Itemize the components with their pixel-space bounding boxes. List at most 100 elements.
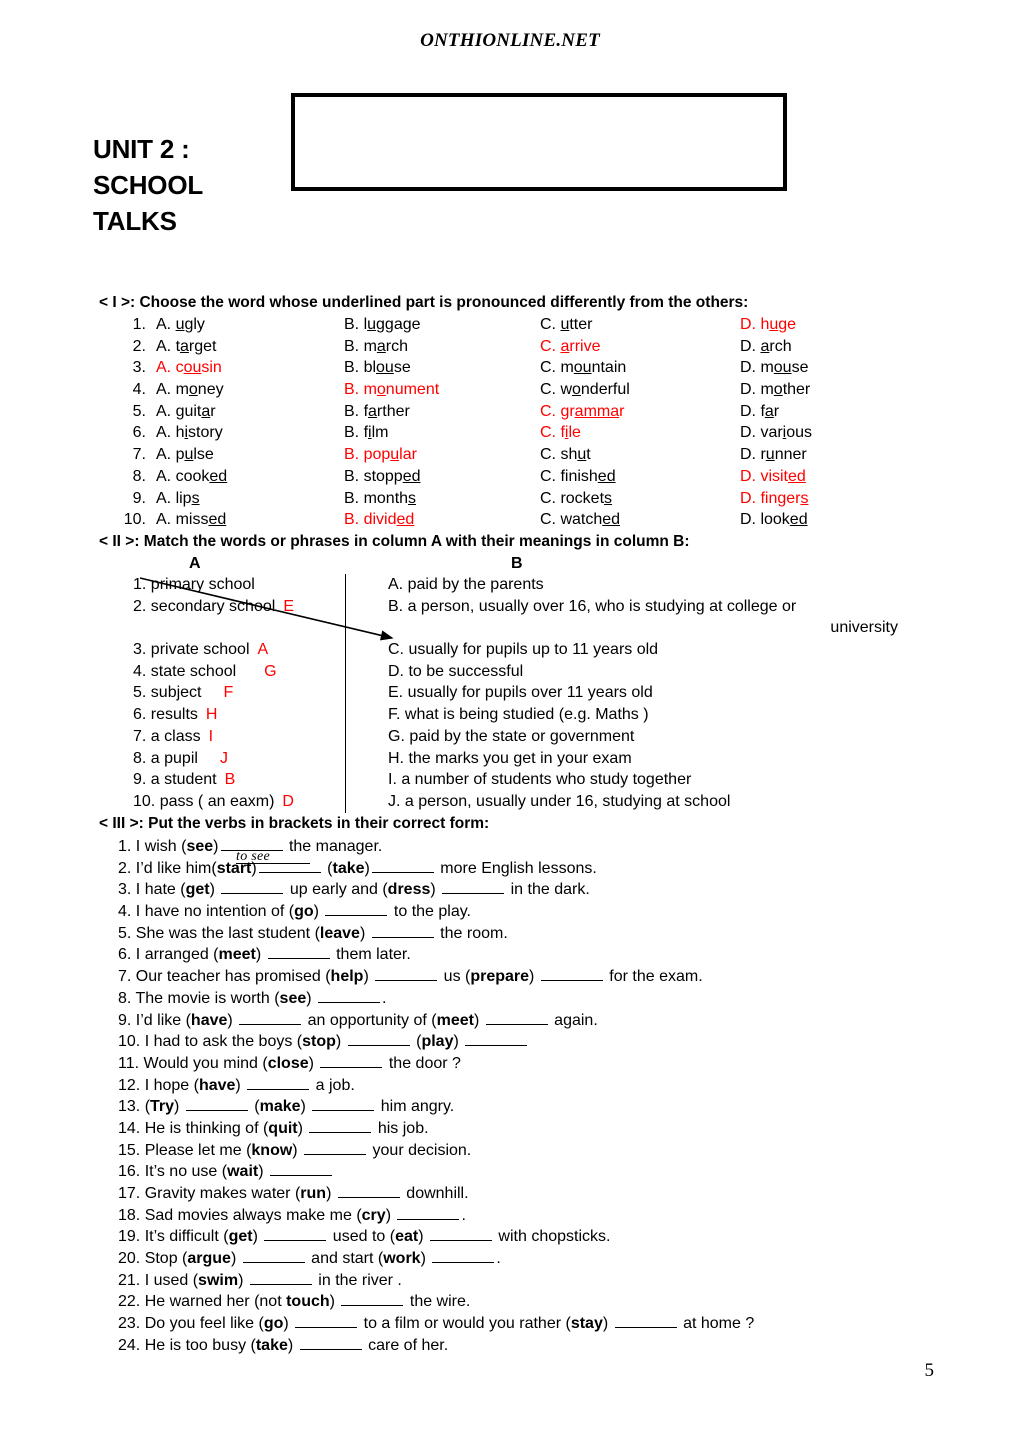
match-item-b[interactable]: E. usually for pupils over 11 years old	[388, 682, 898, 704]
answer-blank[interactable]	[239, 1009, 302, 1025]
part1-option-b[interactable]: B. blouse	[344, 357, 411, 379]
match-item-b[interactable]: G. paid by the state or government	[388, 726, 898, 748]
answer-blank[interactable]	[341, 1290, 404, 1307]
answer-blank[interactable]	[309, 1117, 372, 1133]
answer-blank[interactable]	[264, 1225, 327, 1242]
verb-prompt: prepare	[470, 968, 530, 986]
part1-option-d[interactable]: D. fingers	[740, 488, 808, 510]
answer-blank[interactable]	[267, 943, 330, 960]
match-item-b[interactable]: I. a number of students who study togeth…	[388, 769, 898, 791]
answer-blank[interactable]	[337, 1182, 400, 1198]
part1-option-a[interactable]: A. history	[156, 422, 223, 444]
answer-blank[interactable]	[347, 1030, 410, 1047]
part1-option-c[interactable]: C. shut	[540, 444, 591, 466]
match-item-a[interactable]: 3. private school A	[133, 639, 338, 661]
sentence-text: The movie is worth (	[135, 989, 280, 1007]
match-item-b[interactable]: J. a person, usually under 16, studying …	[388, 791, 898, 813]
part1-option-a[interactable]: A. lips	[156, 488, 200, 510]
match-item-a[interactable]: 1. primary school	[133, 574, 338, 596]
match-item-a[interactable]: 2. secondary school E	[133, 596, 338, 618]
answer-blank[interactable]	[429, 1225, 492, 1242]
part1-option-d[interactable]: D. various	[740, 422, 812, 444]
underlined-part: a	[368, 402, 377, 420]
sentence-text: downhill.	[401, 1185, 469, 1202]
match-item-a[interactable]: 4. state school G	[133, 661, 338, 683]
match-item-a[interactable]: 6. results H	[133, 704, 338, 726]
answer-blank[interactable]	[485, 1009, 548, 1025]
answer-blank[interactable]	[375, 965, 438, 982]
part1-option-b[interactable]: B. divided	[344, 509, 414, 531]
part1-option-c[interactable]: C. mountain	[540, 357, 626, 379]
part1-option-b[interactable]: B. farther	[344, 401, 410, 423]
answer-blank[interactable]	[397, 1204, 460, 1220]
part1-option-b[interactable]: B. stopped	[344, 466, 421, 488]
answer-blank[interactable]	[320, 1052, 383, 1068]
part1-option-d[interactable]: D. far	[740, 401, 779, 423]
part1-option-a[interactable]: A. guitar	[156, 401, 216, 423]
part1-option-a[interactable]: A. cooked	[156, 466, 227, 488]
part1-option-a[interactable]: A. cousin	[156, 357, 222, 379]
part3-row-number: 24.	[118, 1336, 145, 1354]
part1-option-b[interactable]: B. film	[344, 422, 388, 444]
part1-option-d[interactable]: D. huge	[740, 314, 796, 336]
match-item-b-label: J. a person, usually under 16, studying …	[388, 792, 731, 810]
match-item-b[interactable]: D. to be successful	[388, 661, 898, 683]
answer-blank[interactable]	[371, 857, 434, 873]
match-item-b[interactable]: F. what is being studied (e.g. Maths )	[388, 704, 898, 726]
answer-blank[interactable]	[247, 1074, 310, 1090]
match-item-b[interactable]: C. usually for pupils up to 11 years old	[388, 639, 898, 661]
part1-option-c[interactable]: C. rockets	[540, 488, 612, 510]
part1-option-b[interactable]: B. popular	[344, 444, 417, 466]
answer-blank[interactable]	[304, 1139, 367, 1155]
answer-blank[interactable]	[442, 878, 505, 895]
answer-blank[interactable]	[318, 987, 381, 1003]
part1-option-d[interactable]: D. arch	[740, 336, 792, 358]
part1-option-d[interactable]: D. visited	[740, 466, 806, 488]
answer-blank[interactable]	[270, 1160, 333, 1177]
match-item-b[interactable]: B. a person, usually over 16, who is stu…	[388, 596, 898, 639]
part1-option-c[interactable]: C. watched	[540, 509, 620, 531]
part3-row: 11. Would you mind (close) the door ?	[118, 1052, 948, 1074]
answer-blank[interactable]	[295, 1312, 358, 1329]
part1-option-b[interactable]: B. luggage	[344, 314, 421, 336]
sentence-text: the room.	[435, 924, 508, 942]
part1-option-a[interactable]: A. money	[156, 379, 224, 401]
part1-option-a[interactable]: A. target	[156, 336, 217, 358]
answer-blank[interactable]	[325, 900, 388, 917]
match-item-a[interactable]: 9. a student B	[133, 769, 338, 791]
part1-option-c[interactable]: C. finished	[540, 466, 616, 488]
answer-blank[interactable]	[249, 1269, 312, 1285]
part1-option-c[interactable]: C. wonderful	[540, 379, 630, 401]
part1-option-d[interactable]: D. looked	[740, 509, 808, 531]
answer-blank[interactable]	[614, 1312, 677, 1329]
part1-option-a[interactable]: A. missed	[156, 509, 226, 531]
part1-option-c[interactable]: C. grammar	[540, 401, 624, 423]
match-item-a[interactable]: 7. a class I	[133, 726, 338, 748]
answer-blank[interactable]	[312, 1095, 375, 1112]
part1-option-c[interactable]: C. utter	[540, 314, 592, 336]
part1-option-a[interactable]: A. pulse	[156, 444, 214, 466]
part1-option-d[interactable]: D. runner	[740, 444, 807, 466]
part1-option-a[interactable]: A. ugly	[156, 314, 205, 336]
part1-option-c[interactable]: C. arrive	[540, 336, 600, 358]
answer-blank[interactable]	[242, 1247, 305, 1264]
match-item-a[interactable]: 10. pass ( an eaxm) D	[133, 791, 338, 813]
answer-blank[interactable]	[371, 922, 434, 938]
match-item-b[interactable]: H. the marks you get in your exam	[388, 748, 898, 770]
answer-blank[interactable]	[221, 878, 284, 895]
part1-option-b[interactable]: B. monument	[344, 379, 439, 401]
part1-option-b[interactable]: B. march	[344, 336, 408, 358]
part1-option-d[interactable]: D. mouse	[740, 357, 808, 379]
part1-option-c[interactable]: C. file	[540, 422, 581, 444]
answer-blank[interactable]	[185, 1095, 248, 1112]
match-item-a[interactable]: 5. subject F	[133, 682, 338, 704]
match-item-b[interactable]: A. paid by the parents	[388, 574, 898, 596]
answer-blank[interactable]	[299, 1334, 362, 1350]
answer-blank[interactable]	[540, 965, 603, 982]
part3-row: 18. Sad movies always make me (cry) .	[118, 1204, 948, 1226]
part1-option-d[interactable]: D. mother	[740, 379, 810, 401]
answer-blank[interactable]	[465, 1030, 528, 1047]
match-item-a[interactable]: 8. a pupil J	[133, 748, 338, 770]
answer-blank[interactable]	[432, 1247, 495, 1264]
part1-option-b[interactable]: B. months	[344, 488, 416, 510]
